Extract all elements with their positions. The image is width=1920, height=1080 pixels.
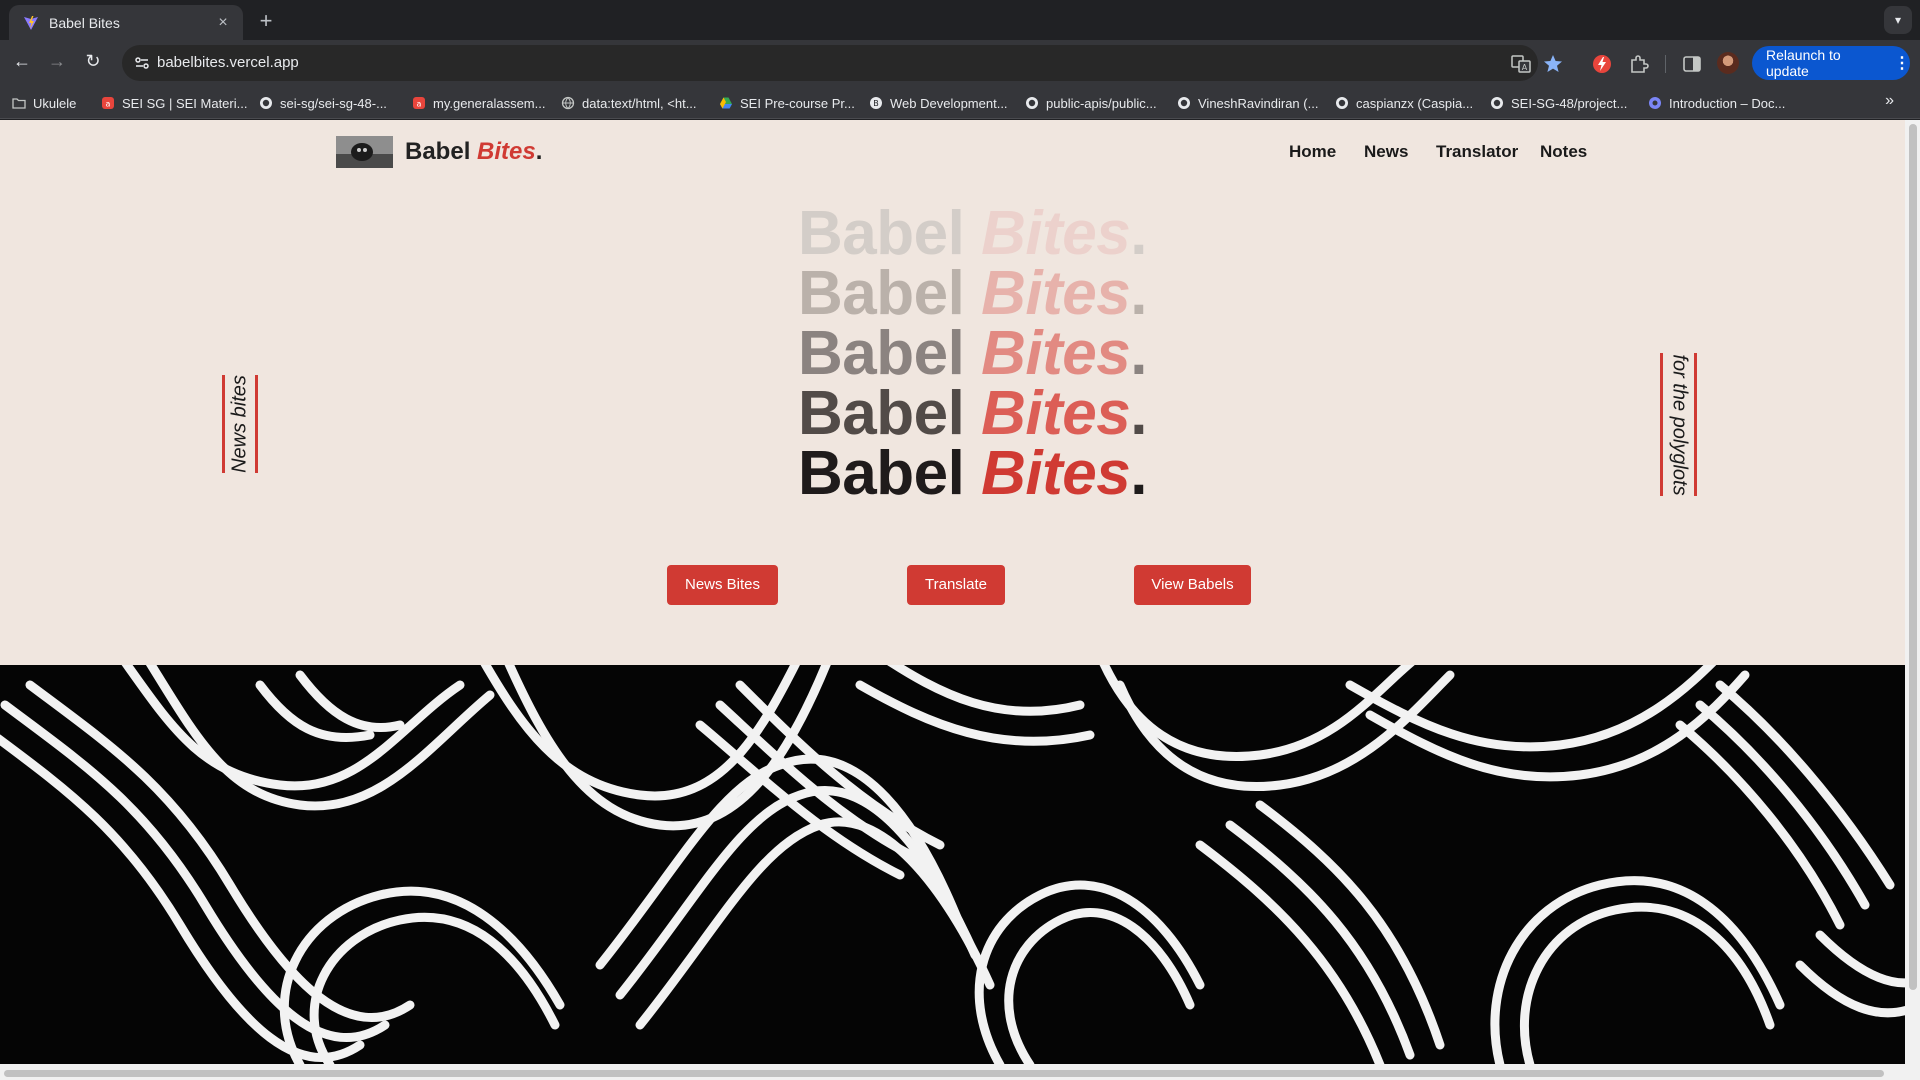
doc-icon xyxy=(1649,97,1661,109)
github-icon xyxy=(260,97,272,109)
bookmark-label: Ukulele xyxy=(33,95,77,111)
side-panel-icon[interactable] xyxy=(1680,52,1704,76)
nav-news[interactable]: News xyxy=(1364,142,1408,162)
vite-favicon-icon xyxy=(24,15,38,30)
tab-active[interactable]: Babel Bites × xyxy=(9,5,243,40)
nav-translator[interactable]: Translator xyxy=(1436,142,1518,162)
vertical-scroll-thumb[interactable] xyxy=(1909,124,1917,990)
new-tab-button[interactable]: + xyxy=(252,8,280,36)
bookmark-label: caspianzx (Caspia... xyxy=(1356,95,1474,111)
tab-strip: Babel Bites × + ▾ xyxy=(0,0,1920,40)
translate-button[interactable]: Translate xyxy=(907,565,1005,605)
bookmark-item[interactable]: data:text/html, <ht... xyxy=(561,94,697,112)
back-arrow-icon[interactable]: ← xyxy=(7,46,37,76)
github-icon xyxy=(1336,97,1348,109)
globe-icon xyxy=(561,96,575,110)
folder-icon xyxy=(12,98,26,109)
tab-close-icon[interactable]: × xyxy=(213,14,233,32)
bookmark-item[interactable]: a my.generalassem... xyxy=(412,94,545,112)
view-babels-button[interactable]: View Babels xyxy=(1134,565,1251,605)
side-label-right-text: for the polyglots xyxy=(1668,353,1690,496)
github-icon xyxy=(1491,97,1503,109)
extensions-puzzle-icon[interactable] xyxy=(1627,52,1651,76)
nav-notes[interactable]: Notes xyxy=(1540,142,1587,162)
hero-line-5: Babel Bites. xyxy=(798,438,1147,509)
forward-arrow-icon[interactable]: → xyxy=(42,46,72,76)
bookmarks-overflow-icon[interactable]: » xyxy=(1885,92,1894,110)
bookmark-label: Introduction – Doc... xyxy=(1669,95,1786,111)
tab-search-chevron-icon[interactable]: ▾ xyxy=(1884,6,1912,34)
bookmark-label: sei-sg/sei-sg-48-... xyxy=(280,95,387,111)
badge-icon: B xyxy=(870,97,882,109)
side-label-right: for the polyglots xyxy=(1660,353,1697,496)
site-settings-icon[interactable] xyxy=(134,55,150,71)
address-bar[interactable] xyxy=(122,45,1538,81)
bookmark-label: SEI SG | SEI Materi... xyxy=(122,95,248,111)
ga-icon: a xyxy=(102,97,114,109)
bookmark-item[interactable]: SEI Pre-course Pr... xyxy=(719,94,855,112)
github-icon xyxy=(1178,97,1190,109)
relaunch-label: Relaunch to update xyxy=(1766,47,1841,79)
hero-dot: . xyxy=(1130,439,1147,508)
graffiti-art-image xyxy=(0,665,1905,1064)
bookmark-item[interactable]: Introduction – Doc... xyxy=(1648,94,1785,112)
reload-icon[interactable]: ↻ xyxy=(78,46,108,76)
more-menu-icon[interactable]: ⋮ xyxy=(1894,53,1910,73)
drive-icon xyxy=(720,97,732,109)
site-logo-image[interactable] xyxy=(336,136,393,168)
tab-title: Babel Bites xyxy=(49,14,120,31)
side-label-left: News bites xyxy=(222,375,258,473)
bookmark-label: public-apis/public... xyxy=(1046,95,1157,111)
translate-icon[interactable]: A xyxy=(1509,52,1533,76)
relaunch-button[interactable]: Relaunch to update ⋮ xyxy=(1752,46,1910,80)
bookmark-item[interactable]: sei-sg/sei-sg-48-... xyxy=(259,94,387,112)
toolbar-divider xyxy=(1665,55,1666,73)
site-brand-accent: Bites xyxy=(477,138,536,165)
side-label-left-text: News bites xyxy=(228,375,251,473)
bookmark-item[interactable]: VineshRavindiran (... xyxy=(1177,94,1318,112)
extension-red-icon[interactable] xyxy=(1590,52,1614,76)
bookmark-item[interactable]: public-apis/public... xyxy=(1025,94,1157,112)
profile-avatar[interactable] xyxy=(1717,52,1739,74)
svg-text:a: a xyxy=(417,100,422,109)
news-bites-button[interactable]: News Bites xyxy=(667,565,778,605)
bookmark-item[interactable]: a SEI SG | SEI Materi... xyxy=(101,94,247,112)
bookmark-label: data:text/html, <ht... xyxy=(582,95,697,111)
bookmark-label: SEI Pre-course Pr... xyxy=(740,95,855,111)
svg-text:a: a xyxy=(106,100,111,109)
bookmark-label: Web Development... xyxy=(890,95,1008,111)
bookmark-item[interactable]: caspianzx (Caspia... xyxy=(1335,94,1473,112)
svg-text:A: A xyxy=(1522,63,1528,72)
bookmark-label: my.generalassem... xyxy=(433,95,546,111)
bookmark-star-icon[interactable] xyxy=(1541,52,1565,76)
url-text[interactable]: babelbites.vercel.app xyxy=(157,54,299,71)
hero-word-bites: Bites xyxy=(981,439,1131,508)
svg-text:B: B xyxy=(873,99,879,108)
bookmark-label: SEI-SG-48/project... xyxy=(1511,95,1628,111)
bookmark-item[interactable]: B Web Development... xyxy=(869,94,1008,112)
bookmark-item[interactable]: SEI-SG-48/project... xyxy=(1490,94,1627,112)
bookmark-label: VineshRavindiran (... xyxy=(1198,95,1319,111)
ga-icon: a xyxy=(413,97,425,109)
site-brand[interactable]: Babel Bites. xyxy=(405,138,542,166)
horizontal-scroll-thumb[interactable] xyxy=(4,1070,1884,1077)
hero-word-babel: Babel xyxy=(798,439,965,508)
site-brand-main: Babel xyxy=(405,138,471,165)
bookmark-item[interactable]: Ukulele xyxy=(12,94,76,112)
site-brand-dot: . xyxy=(535,138,543,165)
github-icon xyxy=(1026,97,1038,109)
nav-home[interactable]: Home xyxy=(1289,142,1336,162)
